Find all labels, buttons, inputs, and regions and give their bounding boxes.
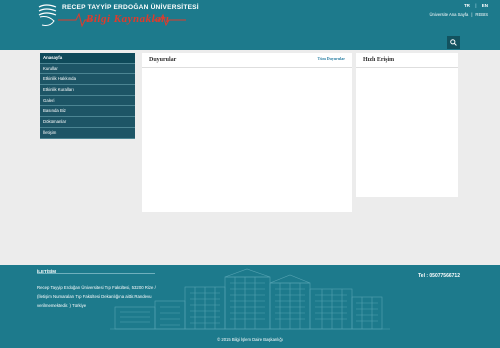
lang-separator: | (475, 3, 477, 8)
sidebar-item-kurullar[interactable]: Kurullar (40, 63, 135, 75)
search-icon (450, 39, 457, 46)
sidebar-item-etkinlik-hakkinda[interactable]: Etkinlik Hakkında (40, 74, 135, 86)
footer-address-line-2: (İletişim Numaraları Tıp Fakültesi Dekan… (37, 294, 152, 299)
announcements-header: Duyurular Tüm Duyurular (142, 53, 352, 68)
search-button[interactable] (447, 36, 460, 49)
site-header: RECEP TAYYİP ERDOĞAN ÜNİVERSİTESİ Bilgi … (0, 0, 500, 50)
announcements-title: Duyurular (149, 57, 177, 63)
link-separator: | (471, 12, 473, 17)
sidebar-item-galeri[interactable]: Galeri (40, 95, 135, 107)
quick-access-panel: Hızlı Erişim (356, 53, 458, 197)
lang-tr-link[interactable]: TR (464, 3, 470, 8)
footer-address-line-3: verilmemektedir. ) Türkiye (37, 303, 87, 308)
university-home-link[interactable]: Üniversite Ana Sayfa (429, 12, 468, 17)
site-logo[interactable]: RECEP TAYYİP ERDOĞAN ÜNİVERSİTESİ Bilgi … (36, 3, 199, 31)
quick-access-header: Hızlı Erişim (356, 53, 458, 68)
site-footer: İLETİŞİM Recep Tayyip Erdoğan Üniversite… (0, 265, 500, 348)
footer-phone: Tel : 05077566712 (418, 273, 460, 279)
footer-divider (37, 273, 155, 274)
top-links: Üniversite Ana Sayfa | REBIS (429, 12, 488, 17)
footer-address-line-1: Recep Tayyip Erdoğan Üniversitesi Tıp Fa… (37, 285, 156, 290)
rebis-link[interactable]: REBIS (475, 12, 488, 17)
language-switcher: TR | EN (460, 3, 488, 8)
building-illustration-icon (110, 268, 390, 330)
announcements-panel: Duyurular Tüm Duyurular (142, 53, 352, 212)
unit-name: Bilgi Kaynakları (86, 13, 170, 25)
sidebar-item-dokumanlar[interactable]: Dökümanlar (40, 117, 135, 128)
sidebar-item-iletisim[interactable]: İletişim (40, 127, 135, 139)
quick-access-title: Hızlı Erişim (363, 57, 395, 63)
university-name: RECEP TAYYİP ERDOĞAN ÜNİVERSİTESİ (62, 4, 199, 11)
sidebar-menu: Anasayfa Kurullar Etkinlik Hakkında Etki… (40, 53, 135, 139)
footer-copyright: © 2015 Bilgi İşlem Daire Başkanlığı (217, 337, 283, 342)
sidebar-item-anasayfa[interactable]: Anasayfa (40, 53, 135, 64)
sidebar-item-basinda-biz[interactable]: Basında Biz (40, 106, 135, 118)
sidebar-item-etkinlik-kurallari[interactable]: Etkinlik Kuralları (40, 85, 135, 96)
all-announcements-link[interactable]: Tüm Duyurular (318, 56, 345, 61)
lang-en-link[interactable]: EN (482, 3, 488, 8)
